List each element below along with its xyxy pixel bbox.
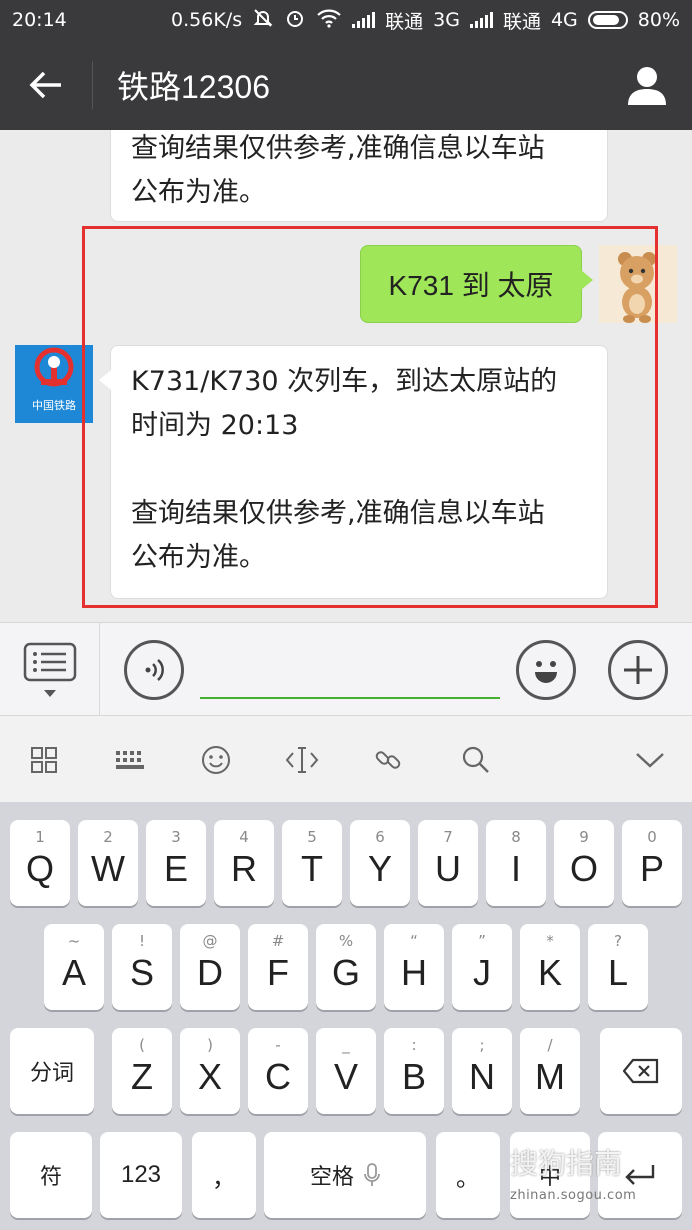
key-f[interactable]: # F	[248, 924, 308, 1010]
watermark: 搜狗指南 zhinan.sogou.com	[510, 1142, 680, 1222]
key-o[interactable]: 9O	[554, 820, 614, 906]
collapse-keyboard-button[interactable]	[626, 736, 674, 784]
status-bar: 20:14 0.56K/s 联通 3G 联通 4G 80%	[0, 0, 692, 40]
key-y[interactable]: 6Y	[350, 820, 410, 906]
message-input[interactable]	[200, 663, 500, 699]
bot-avatar-label: 中国铁路	[32, 399, 76, 412]
list-menu-icon	[23, 642, 76, 697]
alarm-icon	[284, 7, 306, 34]
microphone-icon	[364, 1163, 380, 1186]
voice-icon	[145, 659, 164, 681]
grid-button[interactable]	[20, 736, 68, 784]
key-w[interactable]: 2W	[78, 820, 138, 906]
smiley-icon	[535, 661, 557, 683]
key-i[interactable]: 8I	[486, 820, 546, 906]
key-b[interactable]: :B	[384, 1028, 444, 1114]
backspace-key[interactable]	[600, 1028, 682, 1114]
network-speed: 0.56K/s	[171, 9, 243, 31]
person-icon	[628, 67, 666, 105]
key-q[interactable]: 1Q	[10, 820, 70, 906]
signal-icon	[352, 12, 376, 28]
key-k[interactable]: * K	[520, 924, 580, 1010]
input-bar	[0, 622, 692, 717]
segment-key[interactable]: 分词	[10, 1028, 94, 1114]
highlight-frame	[82, 226, 658, 608]
space-label: 空格	[309, 1165, 354, 1190]
china-railway-logo-icon	[34, 347, 74, 387]
signal-icon	[469, 12, 493, 28]
keyboard-toolbar	[0, 716, 692, 802]
carrier-1: 联通	[385, 10, 424, 33]
network-type-2: 4G	[550, 9, 578, 31]
key-r[interactable]: 4R	[214, 820, 274, 906]
keyboard-icon	[116, 751, 144, 769]
emoji-panel-button[interactable]	[192, 736, 240, 784]
smile-icon	[202, 746, 230, 774]
link-icon	[375, 751, 401, 769]
menu-toggle-button[interactable]	[0, 623, 100, 717]
chat-area[interactable]: 查询结果仅供参考,准确信息以车站 公布为准。 K731 到 太原 中国铁路 K7…	[0, 130, 692, 622]
plus-icon	[624, 656, 652, 684]
search-button[interactable]	[452, 736, 500, 784]
profile-button[interactable]	[602, 40, 692, 130]
period-key[interactable]: 。	[436, 1132, 500, 1218]
search-icon	[462, 746, 489, 773]
key-z[interactable]: (Z	[112, 1028, 172, 1114]
header-divider	[92, 61, 93, 109]
more-button[interactable]	[608, 640, 668, 700]
cursor-button[interactable]	[278, 736, 326, 784]
key-x[interactable]: ) X	[180, 1028, 240, 1114]
battery-icon	[587, 11, 628, 29]
voice-input-button[interactable]	[124, 640, 184, 700]
key-n[interactable]: ; N	[452, 1028, 512, 1114]
key-c[interactable]: -C	[248, 1028, 308, 1114]
key-d[interactable]: @ D	[180, 924, 240, 1010]
chevron-down-icon	[636, 753, 664, 768]
grid-icon	[31, 747, 57, 773]
key-v[interactable]: _ V	[316, 1028, 376, 1114]
key-g[interactable]: % G	[316, 924, 376, 1010]
space-key[interactable]: 空格	[264, 1132, 426, 1218]
network-type-1: 3G	[433, 9, 460, 31]
back-button[interactable]	[0, 40, 92, 130]
key-m[interactable]: / M	[520, 1028, 580, 1114]
key-s[interactable]: ! S	[112, 924, 172, 1010]
message-text: 公布为准。	[131, 177, 266, 208]
chat-header: 铁路12306	[0, 40, 692, 130]
key-a[interactable]: ~ A	[44, 924, 104, 1010]
comma-key[interactable]: ，	[192, 1132, 256, 1218]
chat-title: 铁路12306	[117, 69, 270, 105]
symbol-key[interactable]: 符	[10, 1132, 92, 1218]
carrier-2: 联通	[502, 10, 541, 33]
wifi-icon	[316, 8, 342, 33]
arrow-left-icon	[29, 71, 61, 99]
message-text: 查询结果仅供参考,准确信息以车站	[131, 133, 545, 164]
backspace-icon	[623, 1058, 659, 1084]
numbers-key[interactable]: 123	[100, 1132, 182, 1218]
key-l[interactable]: ? L	[588, 924, 648, 1010]
watermark-url: zhinan.sogou.com	[510, 1188, 637, 1203]
status-time: 20:14	[12, 9, 67, 31]
message-bubble[interactable]: 查询结果仅供参考,准确信息以车站 公布为准。	[110, 130, 608, 222]
watermark-text: 搜狗指南	[510, 1147, 623, 1180]
cursor-icon	[285, 747, 319, 773]
key-e[interactable]: 3E	[146, 820, 206, 906]
key-p[interactable]: 0P	[622, 820, 682, 906]
clipboard-button[interactable]	[364, 736, 412, 784]
emoji-button[interactable]	[516, 640, 576, 700]
keyboard-layout-button[interactable]	[106, 736, 154, 784]
mute-icon	[252, 7, 274, 34]
key-u[interactable]: 7U	[418, 820, 478, 906]
battery-level: 80%	[637, 9, 680, 31]
key-j[interactable]: ” J	[452, 924, 512, 1010]
key-h[interactable]: “H	[384, 924, 444, 1010]
key-t[interactable]: 5T	[282, 820, 342, 906]
